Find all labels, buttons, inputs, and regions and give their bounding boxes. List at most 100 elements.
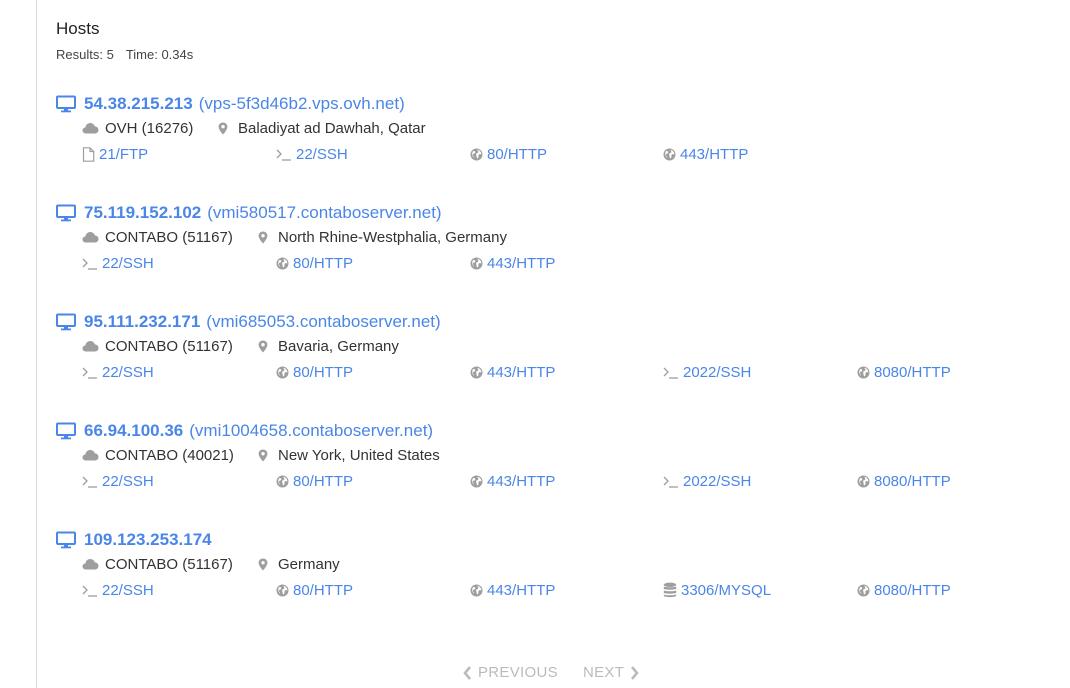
host-hostname-link[interactable]: (vmi580517.contaboserver.net) [207,203,441,223]
port-label: 80/HTTP [293,363,354,381]
file-icon [82,146,99,162]
port-link[interactable]: 22/SSH [82,471,154,491]
globe-icon [276,475,293,488]
host-entry: 66.94.100.36 (vmi1004658.contaboserver.ne… [56,420,1056,510]
globe-icon [470,475,487,488]
port-link[interactable]: 443/HTTP [470,580,555,600]
port-link[interactable]: 22/SSH [82,580,154,600]
port-link[interactable]: 80/HTTP [470,144,547,164]
port-label: 443/HTTP [487,363,556,381]
port-link[interactable]: 443/HTTP [470,362,555,382]
host-info: CONTABO (51167) Germany [82,554,340,574]
cloud-icon [82,558,105,570]
location-pin-icon [258,340,278,353]
location-pin-icon [258,449,278,462]
port-label: 21/FTP [99,145,149,163]
host-info: CONTABO (40021) New York, United States [82,445,440,465]
previous-button[interactable]: PREVIOUS [457,664,558,681]
host-location: North Rhine-Westphalia, Germany [258,229,507,246]
host-entry: 95.111.232.171 (vmi685053.contaboserver.n… [56,311,1056,401]
port-link[interactable]: 22/SSH [82,253,154,273]
port-link[interactable]: 80/HTTP [276,362,353,382]
host-hostname-link[interactable]: (vps-5f3d46b2.vps.ovh.net) [199,94,405,114]
globe-icon [276,366,293,379]
port-link[interactable]: 3306/MYSQL [663,580,771,600]
terminal-icon [82,583,102,598]
host-location-label: Baladiyat ad Dawhah, Qatar [238,119,426,137]
cloud-icon [82,449,105,461]
host-ip-link[interactable]: 95.111.232.171 [84,312,200,332]
port-label: 80/HTTP [293,254,354,272]
section-title: Hosts [56,19,100,38]
location-pin-icon [218,122,238,135]
host-header: 75.119.152.102 (vmi580517.contaboserver.n… [56,202,442,224]
host-location: Baladiyat ad Dawhah, Qatar [218,120,426,137]
port-label: 443/HTTP [487,254,556,272]
host-info: CONTABO (51167) Bavaria, Germany [82,336,399,356]
host-ports: 22/SSH 80/HTTP 443/HTTP [82,253,1042,273]
port-link[interactable]: 2022/SSH [663,471,751,491]
port-label: 443/HTTP [680,145,749,163]
host-ip-link[interactable]: 54.38.215.213 [84,94,193,114]
port-link[interactable]: 2022/SSH [663,362,751,382]
port-link[interactable]: 22/SSH [82,362,154,382]
host-ports: 22/SSH 80/HTTP 443/HTTP 3306/MYSQL 8080/HTTP [82,580,1042,600]
port-label: 8080/HTTP [874,581,951,599]
host-location: Germany [258,556,340,573]
host-entry: 109.123.253.174 CONTABO (51167) Germany 22/… [56,529,1056,619]
port-link[interactable]: 443/HTTP [663,144,748,164]
port-link[interactable]: 8080/HTTP [857,362,951,382]
host-location-label: New York, United States [278,446,440,464]
port-link[interactable]: 22/SSH [276,144,348,164]
host-entry: 54.38.215.213 (vps-5f3d46b2.vps.ovh.net) O… [56,93,1056,183]
port-label: 8080/HTTP [874,363,951,381]
port-link[interactable]: 443/HTTP [470,471,555,491]
port-label: 2022/SSH [683,472,752,490]
host-ports: 22/SSH 80/HTTP 443/HTTP 2022/SSH 8080/HTTP [82,362,1042,382]
port-link[interactable]: 80/HTTP [276,471,353,491]
host-hostname-link[interactable]: (vmi1004658.contaboserver.net) [189,421,433,441]
port-link[interactable]: 443/HTTP [470,253,555,273]
globe-icon [470,366,487,379]
port-link[interactable]: 80/HTTP [276,253,353,273]
host-location-label: North Rhine-Westphalia, Germany [278,228,507,246]
left-divider [36,0,37,688]
port-label: 80/HTTP [293,472,354,490]
host-ports: 22/SSH 80/HTTP 443/HTTP 2022/SSH 8080/HTTP [82,471,1042,491]
results-count: Results: 5 [56,47,114,62]
terminal-icon [82,365,102,380]
host-hostname-link[interactable]: (vmi685053.contaboserver.net) [206,312,440,332]
port-label: 8080/HTTP [874,472,951,490]
terminal-icon [276,147,296,162]
host-ip-link[interactable]: 109.123.253.174 [84,530,212,550]
results-stats: Results: 5 Time: 0.34s [56,47,193,62]
next-button[interactable]: NEXT [583,664,645,681]
chevron-left-icon [463,665,471,680]
globe-icon [276,584,293,597]
host-asn: OVH (16276) [105,119,194,137]
port-link[interactable]: 80/HTTP [276,580,353,600]
host-location-label: Bavaria, Germany [278,337,399,355]
port-label: 443/HTTP [487,472,556,490]
host-header: 95.111.232.171 (vmi685053.contaboserver.n… [56,311,441,333]
location-pin-icon [258,231,278,244]
port-link[interactable]: 8080/HTTP [857,580,951,600]
port-label: 22/SSH [102,363,154,381]
port-label: 3306/MYSQL [681,581,772,599]
host-asn: CONTABO (51167) [105,555,233,573]
host-info: CONTABO (51167) North Rhine-Westphalia, G… [82,227,507,247]
host-ip-link[interactable]: 66.94.100.36 [84,421,183,441]
port-label: 22/SSH [296,145,348,163]
host-info: OVH (16276) Baladiyat ad Dawhah, Qatar [82,118,426,138]
terminal-icon [82,474,102,489]
port-link[interactable]: 8080/HTTP [857,471,951,491]
host-entry: 75.119.152.102 (vmi580517.contaboserver.n… [56,202,1056,292]
host-location-label: Germany [278,555,340,573]
terminal-icon [82,256,102,271]
port-link[interactable]: 21/FTP [82,144,148,164]
monitor-icon [56,313,84,331]
globe-icon [663,148,680,161]
globe-icon [470,584,487,597]
host-asn: CONTABO (51167) [105,228,233,246]
host-ip-link[interactable]: 75.119.152.102 [84,203,201,223]
